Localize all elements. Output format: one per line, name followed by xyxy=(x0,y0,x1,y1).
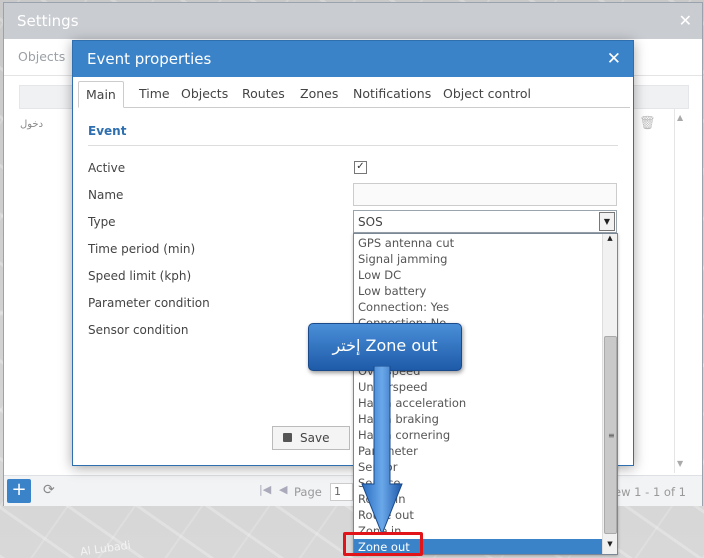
close-icon[interactable]: ✕ xyxy=(607,41,621,77)
prev-page-icon[interactable]: ◀ xyxy=(279,483,287,496)
dialog-titlebar: Event properties ✕ xyxy=(73,41,633,77)
pager-label: Page xyxy=(294,485,322,499)
scroll-thumb[interactable]: ≡ xyxy=(604,336,617,534)
chevron-down-icon[interactable]: ▼ xyxy=(599,212,615,231)
dialog-title: Event properties xyxy=(87,50,212,68)
page-input[interactable]: 1 xyxy=(330,483,353,501)
tab-zones[interactable]: Zones xyxy=(293,81,345,106)
name-field[interactable] xyxy=(353,183,617,206)
add-button[interactable]: + xyxy=(7,479,31,503)
dropdown-option[interactable]: Low DC xyxy=(354,267,606,283)
arrow-down-icon xyxy=(361,366,403,536)
dropdown-option[interactable]: Connection: Yes xyxy=(354,299,606,315)
dropdown-option[interactable]: GPS antenna cut xyxy=(354,235,606,251)
scroll-down-icon[interactable]: ▼ xyxy=(677,459,683,468)
dropdown-option[interactable]: Low battery xyxy=(354,283,606,299)
scroll-up-icon[interactable]: ▲ xyxy=(603,234,617,246)
dropdown-option[interactable]: Signal jamming xyxy=(354,251,606,267)
label-name: Name xyxy=(88,188,124,202)
type-select-value: SOS xyxy=(358,215,383,229)
dropdown-scrollbar[interactable]: ▲ ≡ ▼ xyxy=(602,234,617,554)
trash-icon[interactable]: 🗑 xyxy=(639,116,656,132)
instruction-callout: إختر Zone out xyxy=(308,323,462,371)
save-label: Save xyxy=(300,431,330,445)
label-active: Active xyxy=(88,161,126,175)
type-select[interactable]: SOS ▼ xyxy=(353,210,617,233)
label-sensor-condition: Sensor condition xyxy=(88,323,189,337)
tab-objects[interactable]: Objects xyxy=(174,81,235,106)
label-type: Type xyxy=(88,215,116,229)
tab-routes[interactable]: Routes xyxy=(235,81,292,106)
save-icon xyxy=(283,433,292,442)
grid-cell: دخول xyxy=(20,119,44,130)
tab-object-control[interactable]: Object control xyxy=(436,81,538,106)
dialog-tabs: Main Time Objects Routes Zones Notificat… xyxy=(78,81,630,108)
scroll-down-icon[interactable]: ▼ xyxy=(603,540,617,552)
settings-title: Settings xyxy=(17,12,79,30)
tab-objects[interactable]: Objects xyxy=(18,49,65,64)
tab-notifications[interactable]: Notifications xyxy=(346,81,438,106)
label-speed-limit: Speed limit (kph) xyxy=(88,269,192,283)
settings-titlebar: Settings ✕ xyxy=(4,3,702,39)
refresh-icon[interactable]: ⟳ xyxy=(43,482,55,498)
active-checkbox[interactable]: ✓ xyxy=(354,161,367,174)
label-parameter-condition: Parameter condition xyxy=(88,296,210,310)
first-page-icon[interactable]: |◀ xyxy=(259,483,271,496)
grip-icon: ≡ xyxy=(608,431,615,440)
highlight-box xyxy=(343,532,423,556)
label-time-period: Time period (min) xyxy=(88,242,196,256)
tab-main[interactable]: Main xyxy=(78,81,124,108)
section-title: Event xyxy=(88,124,127,138)
scroll-up-icon[interactable]: ▲ xyxy=(677,113,683,122)
grid-scrollbar[interactable]: ▲ ▼ xyxy=(674,109,687,473)
tab-time[interactable]: Time xyxy=(132,81,177,106)
save-button[interactable]: Save xyxy=(272,426,350,450)
section-divider xyxy=(88,145,618,146)
close-icon[interactable]: ✕ xyxy=(679,3,692,39)
